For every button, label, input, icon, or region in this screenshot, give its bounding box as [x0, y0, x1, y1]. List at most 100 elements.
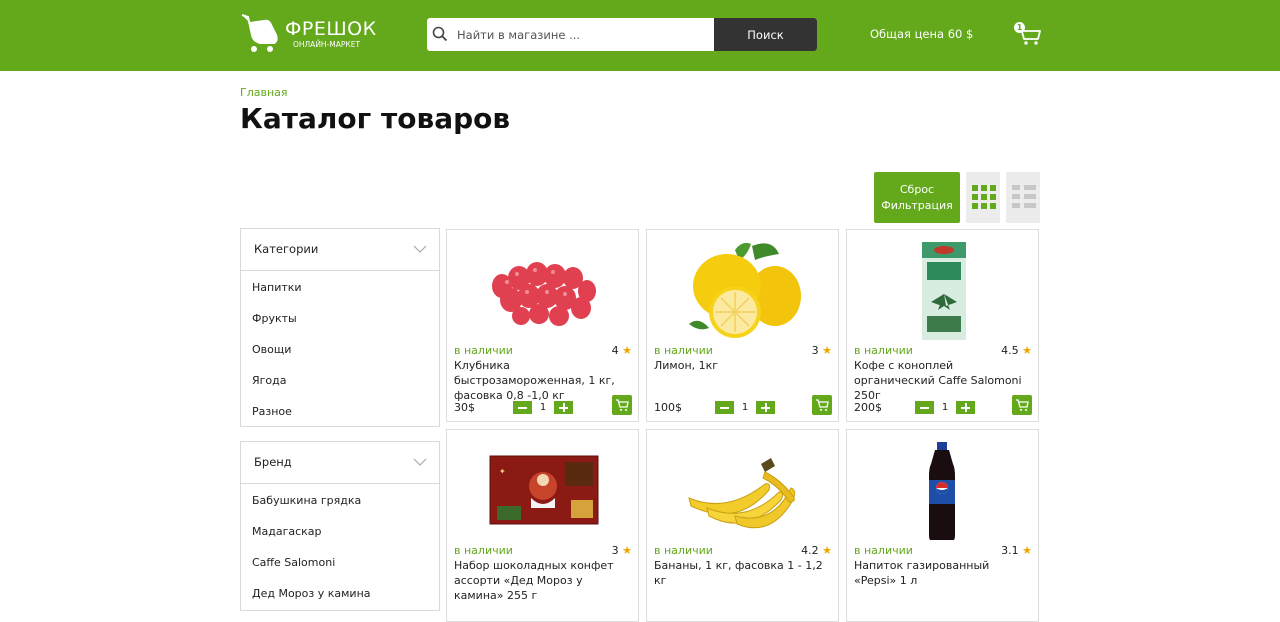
quantity-increase-button[interactable] [956, 401, 975, 414]
chocolate-box-image: ✦ [489, 455, 599, 525]
rating: 4.2 ★ [801, 544, 832, 557]
search-icon [432, 26, 448, 42]
product-card[interactable]: в наличии 3.1 ★ Напиток газированный «Pe… [846, 429, 1039, 622]
category-item-vegetables[interactable]: Овощи [241, 334, 439, 365]
rating: 3.1 ★ [1001, 544, 1032, 557]
quantity-stepper: 1 [513, 401, 573, 414]
quantity-decrease-button[interactable] [715, 401, 734, 414]
page-title: Каталог товаров [240, 102, 511, 135]
reset-label-line1: Сброс [899, 182, 935, 196]
product-name[interactable]: Напиток газированный «Pepsi» 1 л [854, 558, 1032, 588]
coffee-pack-image [922, 242, 966, 340]
star-icon: ★ [1022, 344, 1032, 357]
product-price: 200$ [854, 401, 882, 414]
rating-value: 3 [811, 344, 819, 357]
breadcrumb-home[interactable]: Главная [240, 86, 288, 99]
grid-view-icon [972, 185, 996, 209]
rating-value: 3 [611, 544, 619, 557]
product-card[interactable]: в наличии 4.5 ★ Кофе с коноплей органиче… [846, 229, 1039, 422]
star-icon: ★ [622, 344, 632, 357]
product-price: 30$ [454, 401, 475, 414]
availability-label: в наличии [654, 544, 713, 557]
search-bar: Поиск [427, 18, 817, 51]
category-item-drinks[interactable]: Напитки [241, 272, 439, 303]
cart-icon [1016, 399, 1029, 411]
brand-item[interactable]: Мадагаскар [241, 516, 439, 547]
add-to-cart-button[interactable] [612, 395, 632, 415]
add-to-cart-button[interactable] [1012, 395, 1032, 415]
quantity-stepper: 1 [715, 401, 775, 414]
brand-item[interactable]: Caffe Salomoni [241, 547, 439, 578]
category-item-misc[interactable]: Разное [241, 396, 439, 427]
product-name[interactable]: Лимон, 1кг [654, 358, 832, 373]
rating-value: 4.2 [801, 544, 819, 557]
minus-icon [518, 407, 527, 409]
site-header: ФРЕШОК ОНЛАЙН-МАРКЕТ Поиск Общая цена 60… [0, 0, 1280, 71]
quantity-increase-button[interactable] [756, 401, 775, 414]
list-view-icon [1012, 185, 1036, 209]
quantity-decrease-button[interactable] [513, 401, 532, 414]
quantity-value[interactable]: 1 [532, 401, 554, 414]
minus-icon [720, 407, 729, 409]
rating: 4.5 ★ [1001, 344, 1032, 357]
search-input[interactable] [457, 18, 712, 51]
product-name[interactable]: Набор шоколадных конфет ассорти «Дед Мор… [454, 558, 632, 603]
minus-icon [920, 407, 929, 409]
rating-value: 4.5 [1001, 344, 1019, 357]
svg-text:✦: ✦ [499, 467, 506, 476]
product-card[interactable]: в наличии 4 ★ Клубника быстрозамороженна… [446, 229, 639, 422]
cart-button[interactable]: 1 [1014, 22, 1042, 46]
availability-label: в наличии [654, 344, 713, 357]
brand-filter: Бренд Бабушкина грядка Мадагаскар Caffe … [240, 441, 440, 611]
chevron-down-icon [413, 245, 427, 253]
product-card[interactable]: в наличии 4.2 ★ Бананы, 1 кг, фасовка 1 … [646, 429, 839, 622]
logo[interactable]: ФРЕШОК ОНЛАЙН-МАРКЕТ [240, 13, 376, 55]
lemon-image [689, 242, 801, 338]
search-button[interactable]: Поиск [714, 18, 817, 51]
cart-icon [616, 399, 629, 411]
brand-item[interactable]: Дед Мороз у камина [241, 578, 439, 609]
quantity-value[interactable]: 1 [934, 401, 956, 414]
star-icon: ★ [1022, 544, 1032, 557]
brand-item[interactable]: Бабушкина грядка [241, 485, 439, 516]
cart-logo-icon [241, 14, 278, 52]
availability-label: в наличии [454, 544, 513, 557]
product-card[interactable]: в наличии 3 ★ Лимон, 1кг 100$ 1 [646, 229, 839, 422]
availability-label: в наличии [854, 544, 913, 557]
pepsi-bottle-image [929, 442, 955, 540]
logo-subtitle: ОНЛАЙН-МАРКЕТ [293, 40, 361, 49]
brand-filter-title: Бренд [254, 455, 292, 469]
product-card[interactable]: ✦ в наличии 3 ★ Набор шоколадных конфет … [446, 429, 639, 622]
product-name[interactable]: Клубника быстрозамороженная, 1 кг, фасов… [454, 358, 632, 403]
rating-value: 3.1 [1001, 544, 1019, 557]
rating: 4 ★ [612, 344, 632, 357]
add-to-cart-button[interactable] [812, 395, 832, 415]
availability-label: в наличии [854, 344, 913, 357]
logo-title: ФРЕШОК [285, 18, 377, 40]
list-view-button[interactable] [1006, 172, 1040, 223]
category-item-berries[interactable]: Ягода [241, 365, 439, 396]
quantity-increase-button[interactable] [554, 401, 573, 414]
cart-icon [816, 399, 829, 411]
brand-filter-header[interactable]: Бренд [241, 442, 439, 484]
product-name[interactable]: Кофе с коноплей органический Caffe Salom… [854, 358, 1032, 403]
quantity-stepper: 1 [915, 401, 975, 414]
product-name[interactable]: Бананы, 1 кг, фасовка 1 - 1,2 кг [654, 558, 832, 588]
grid-view-button[interactable] [966, 172, 1000, 223]
category-filter: Категории Напитки Фрукты Овощи Ягода Раз… [240, 228, 440, 427]
reset-filters-button[interactable]: Сброс Фильтрация [874, 172, 960, 223]
chevron-down-icon [413, 458, 427, 466]
star-icon: ★ [822, 344, 832, 357]
reset-label-line2: Фильтрация [881, 198, 953, 212]
cart-count-badge: 1 [1014, 22, 1025, 33]
star-icon: ★ [622, 544, 632, 557]
category-filter-header[interactable]: Категории [241, 229, 439, 271]
strawberry-image [492, 262, 596, 326]
quantity-value[interactable]: 1 [734, 401, 756, 414]
rating: 3 ★ [612, 544, 632, 557]
quantity-decrease-button[interactable] [915, 401, 934, 414]
category-item-fruits[interactable]: Фрукты [241, 303, 439, 334]
product-price: 100$ [654, 401, 682, 414]
star-icon: ★ [822, 544, 832, 557]
category-filter-title: Категории [254, 242, 319, 256]
